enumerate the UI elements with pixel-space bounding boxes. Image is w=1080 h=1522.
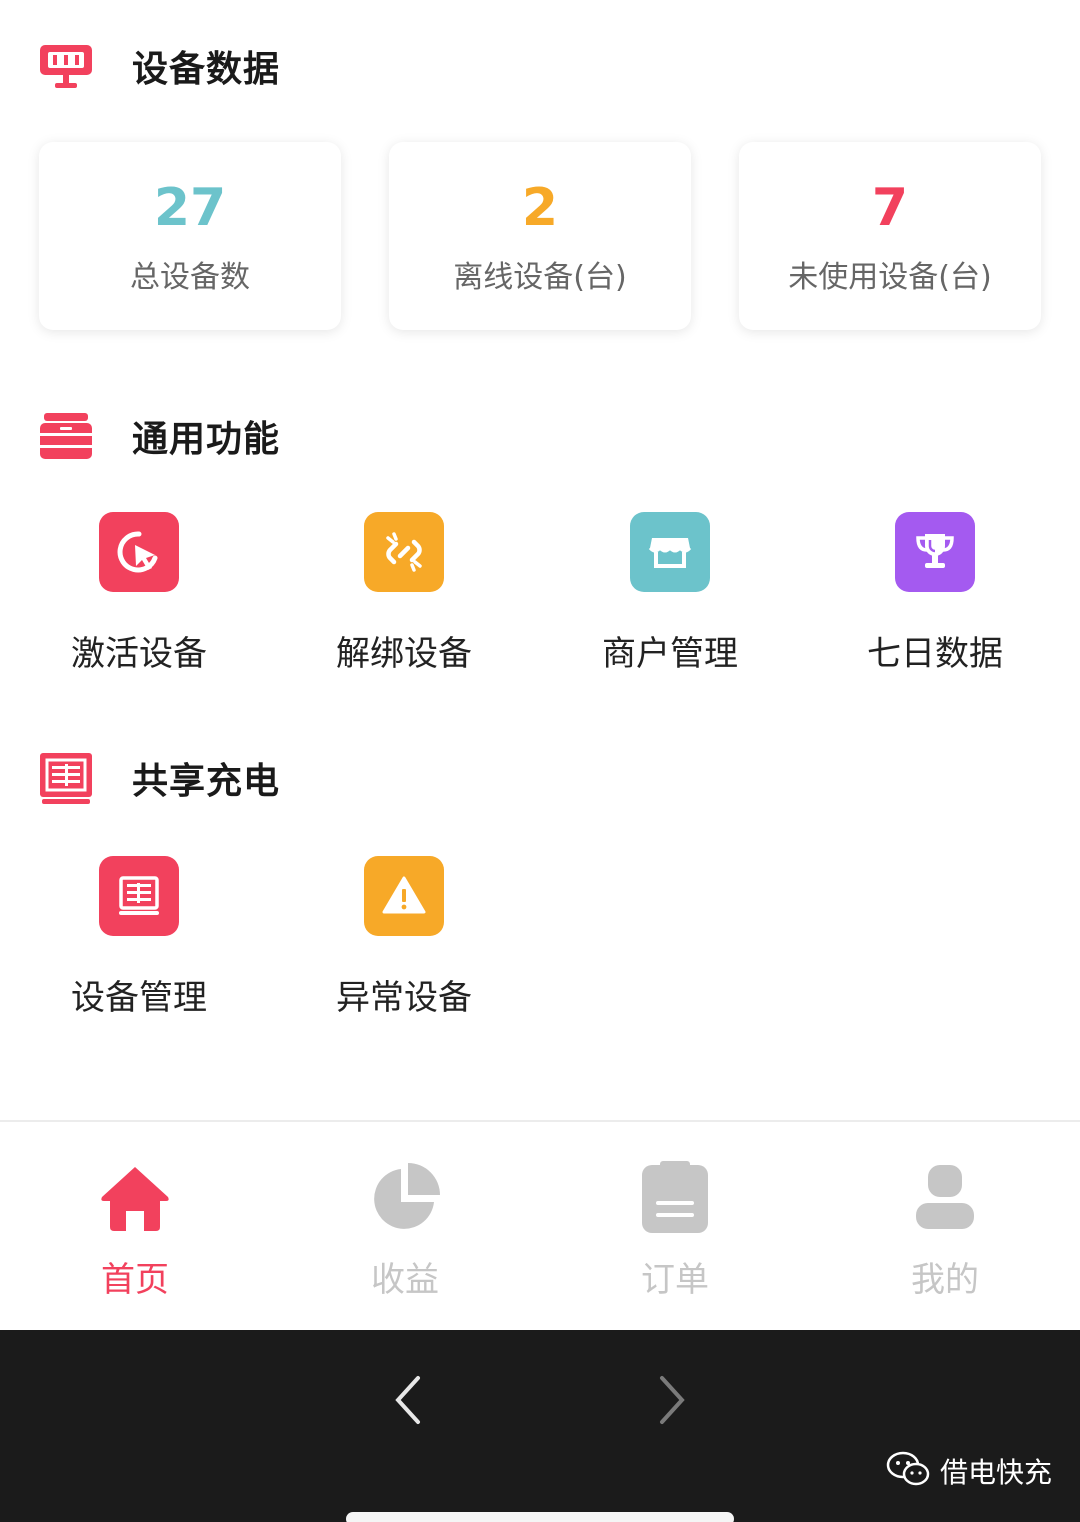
section-general-header: 通用功能 xyxy=(38,406,280,466)
stat-value-unused: 7 xyxy=(871,178,909,238)
section-title-general: 通用功能 xyxy=(132,419,281,460)
bottom-tab-bar: 首页 收益 订单 我的 xyxy=(0,1120,1080,1330)
monitor-icon xyxy=(38,41,94,91)
func-abnormal-devices[interactable]: 异常设备 xyxy=(304,856,504,1019)
stat-card-offline-devices[interactable]: 2 离线设备(台) xyxy=(389,142,691,330)
stat-label-unused: 未使用设备(台) xyxy=(788,260,992,295)
stat-card-unused-devices[interactable]: 7 未使用设备(台) xyxy=(739,142,1041,330)
device-list-icon xyxy=(99,856,179,936)
unlink-icon xyxy=(364,512,444,592)
func-device-management[interactable]: 设备管理 xyxy=(39,856,239,1019)
func-merchant-management[interactable]: 商户管理 xyxy=(570,512,770,675)
home-icon xyxy=(95,1158,175,1238)
func-activate-device[interactable]: 激活设备 xyxy=(39,512,239,675)
trophy-icon xyxy=(895,512,975,592)
clipboard-icon xyxy=(635,1158,715,1238)
tab-label: 收益 xyxy=(371,1260,439,1300)
func-label: 设备管理 xyxy=(71,978,207,1018)
pie-chart-icon xyxy=(365,1158,445,1238)
home-indicator[interactable] xyxy=(346,1512,734,1522)
tab-label: 我的 xyxy=(911,1260,979,1300)
tab-earnings[interactable]: 收益 xyxy=(305,1158,505,1301)
stat-label-total: 总设备数 xyxy=(130,260,250,295)
func-label: 七日数据 xyxy=(867,634,1003,674)
stat-value-offline: 2 xyxy=(521,178,559,238)
wechat-icon xyxy=(886,1450,930,1492)
device-list-icon xyxy=(38,753,94,804)
tab-profile[interactable]: 我的 xyxy=(845,1158,1045,1301)
activate-pointer-icon xyxy=(99,512,179,592)
user-icon xyxy=(905,1158,985,1238)
chevron-right-icon[interactable] xyxy=(652,1370,692,1430)
wechat-account-name: 借电快充 xyxy=(940,1456,1053,1489)
stat-card-total-devices[interactable]: 27 总设备数 xyxy=(39,142,341,330)
func-label: 异常设备 xyxy=(336,978,472,1018)
cabinet-icon xyxy=(38,411,94,461)
stat-label-offline: 离线设备(台) xyxy=(453,260,627,295)
storefront-icon xyxy=(630,512,710,592)
section-title-device-data: 设备数据 xyxy=(132,49,281,90)
func-unbind-device[interactable]: 解绑设备 xyxy=(304,512,504,675)
func-seven-day-data[interactable]: 七日数据 xyxy=(835,512,1035,675)
func-label: 解绑设备 xyxy=(336,634,472,674)
section-title-sharing: 共享充电 xyxy=(132,761,281,802)
section-sharing-header: 共享充电 xyxy=(38,748,280,808)
warning-icon xyxy=(364,856,444,936)
tab-home[interactable]: 首页 xyxy=(35,1158,235,1301)
tab-label: 订单 xyxy=(641,1260,709,1300)
func-label: 激活设备 xyxy=(71,634,207,674)
tab-label: 首页 xyxy=(101,1260,169,1300)
tab-orders[interactable]: 订单 xyxy=(575,1158,775,1301)
chevron-left-icon[interactable] xyxy=(388,1370,428,1430)
wechat-watermark: 借电快充 xyxy=(886,1450,1052,1492)
system-nav-bar: 借电快充 xyxy=(0,1330,1080,1522)
stat-value-total: 27 xyxy=(153,178,227,238)
section-device-data-header: 设备数据 xyxy=(38,36,280,96)
func-label: 商户管理 xyxy=(602,634,738,674)
